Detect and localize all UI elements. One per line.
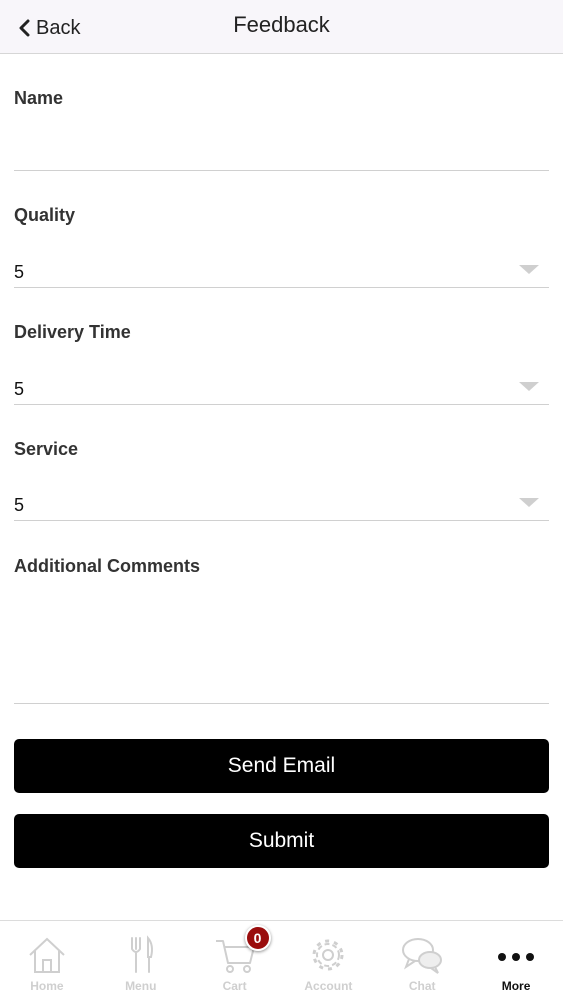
- fork-knife-icon: [130, 935, 153, 973]
- name-label: Name: [14, 88, 64, 108]
- service-select[interactable]: 5: [14, 481, 549, 521]
- tab-bar: Home Menu 0 Cart Account Chat More: [0, 920, 563, 1000]
- comments-textarea[interactable]: [14, 594, 549, 704]
- dropdown-arrow-icon: [519, 265, 539, 274]
- dropdown-arrow-icon: [519, 382, 539, 391]
- gear-icon: [312, 939, 344, 971]
- service-label: Service: [14, 439, 79, 459]
- tab-home[interactable]: Home: [0, 921, 94, 1000]
- quality-label: Quality: [14, 205, 76, 225]
- cart-badge: 0: [244, 925, 271, 951]
- tab-label: Menu: [125, 979, 157, 993]
- delivery-time-value: 5: [14, 379, 25, 399]
- quality-select[interactable]: 5: [14, 248, 549, 288]
- tab-label: Account: [304, 979, 353, 993]
- more-dots-icon: [498, 953, 535, 961]
- home-icon: [29, 937, 65, 973]
- chat-bubbles-icon: [402, 938, 443, 974]
- send-email-button[interactable]: Send Email: [14, 739, 549, 793]
- tab-more[interactable]: More: [469, 921, 563, 1000]
- delivery-time-label: Delivery Time: [14, 322, 131, 342]
- page-title: Feedback: [233, 12, 330, 37]
- tab-menu[interactable]: Menu: [94, 921, 188, 1000]
- tab-label: Cart: [222, 979, 247, 993]
- submit-button[interactable]: Submit: [14, 814, 549, 868]
- tab-label: Chat: [408, 979, 436, 993]
- tab-label: Home: [30, 979, 64, 993]
- name-input[interactable]: [14, 130, 549, 171]
- dropdown-arrow-icon: [519, 498, 539, 507]
- tab-label: More: [501, 979, 531, 993]
- navigation-bar: Back Feedback: [0, 0, 563, 54]
- comments-label: Additional Comments: [14, 556, 201, 576]
- tab-chat[interactable]: Chat: [375, 921, 469, 1000]
- service-value: 5: [14, 495, 25, 515]
- tab-account[interactable]: Account: [281, 921, 375, 1000]
- quality-value: 5: [14, 262, 25, 282]
- delivery-time-select[interactable]: 5: [14, 365, 549, 405]
- tab-cart[interactable]: 0 Cart: [188, 921, 282, 1000]
